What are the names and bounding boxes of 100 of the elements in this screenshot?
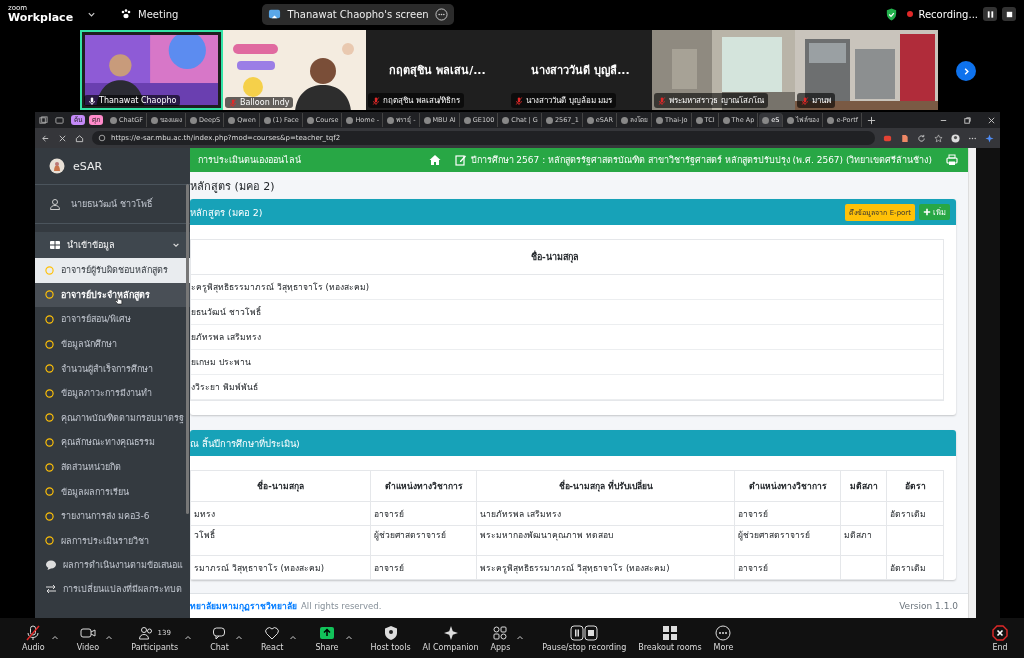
meeting-button[interactable]: Meeting [114, 7, 185, 21]
user-name[interactable]: นายธนวัฒน์ ชาวโพธิ์ [71, 197, 152, 211]
video-button[interactable]: Video [70, 624, 106, 652]
react-button[interactable]: React [254, 624, 290, 652]
circle-icon [45, 413, 54, 423]
breakout-button[interactable]: Breakout rooms [632, 624, 708, 652]
version-text: Version 1.1.0 [899, 601, 958, 611]
share-button[interactable]: Share [309, 624, 345, 652]
university-link[interactable]: ทยาลัยมหามกุฏราชวิทยาลัย [190, 599, 297, 613]
menu-item[interactable]: การเปลี่ยนแปลงที่มีผลกระทบต [35, 577, 190, 602]
menu-item[interactable]: จำนวนผู้สำเร็จการศึกษา [35, 356, 190, 381]
column-header: ชื่อ-นามสกุล ที่ปรับเปลี่ยน [477, 470, 735, 502]
more-button[interactable]: More [707, 624, 740, 652]
circle-icon [45, 536, 54, 546]
tab-actions-icon[interactable] [55, 115, 64, 125]
record-button[interactable]: Pause/stop recording [536, 624, 633, 652]
sparkle-icon [442, 624, 459, 641]
menu-item[interactable]: ผลการประเมินรายวิชา [35, 528, 190, 554]
circle-icon [45, 437, 54, 447]
table-cell: อัตราเดิม [886, 555, 944, 580]
stop-loading-icon[interactable] [58, 133, 67, 143]
recording-dot [907, 11, 914, 17]
home-icon[interactable] [428, 154, 441, 166]
column-header: ชื่อ-นามสกุล [190, 470, 371, 502]
extension-icon[interactable] [883, 133, 892, 143]
close-icon[interactable] [987, 115, 996, 125]
user-icon [49, 198, 61, 210]
column-header: มติสภา [841, 470, 887, 502]
card-title: ณ สิ้นปีการศึกษาที่ประเมิน) [190, 436, 300, 451]
table-icon [49, 239, 61, 251]
page-title: หลักสูตร (มคอ 2) [190, 179, 276, 195]
column-header: ชื่อ-นามสกุล [191, 240, 943, 275]
menu-item[interactable]: รายงานการส่ง มคอ3-6 [35, 503, 190, 529]
table-cell: นายภัทรพล เสริมทรง [477, 501, 735, 526]
caret-icon[interactable] [516, 634, 525, 642]
caret-icon[interactable] [344, 634, 353, 642]
circle-icon [45, 290, 54, 300]
restore-icon[interactable] [963, 115, 972, 125]
circle-icon [45, 265, 54, 275]
document-icon[interactable] [900, 133, 909, 143]
caret-icon[interactable] [105, 634, 114, 642]
shield-icon [382, 624, 399, 641]
audio-button[interactable]: Audio [16, 624, 51, 652]
grid-icon [661, 624, 678, 641]
host-button[interactable]: Host tools [364, 624, 417, 652]
shield-check-icon[interactable] [885, 7, 899, 21]
home-icon[interactable] [75, 133, 84, 143]
menu-item[interactable]: ข้อมูลผลการเรียน [35, 479, 190, 504]
menu-item[interactable]: คุณภาพบัณฑิตตามกรอบมาตรฐ [35, 405, 190, 431]
paw-icon [120, 8, 133, 20]
workspaces-icon[interactable] [39, 115, 48, 125]
caret-icon[interactable] [234, 634, 243, 642]
menu-item[interactable]: ข้อมูลนักศึกษา [35, 331, 190, 357]
participant-display-name: นางสาววันดี บุญลื... [531, 63, 630, 79]
print-icon[interactable] [946, 154, 958, 166]
exchange-icon [45, 583, 57, 596]
chat-button[interactable]: Chat [204, 624, 235, 652]
table-cell: พระครูพิสุทธิธรรมาภรณ์ วิสุทฺธาจาโร (ทองสะคม) [477, 555, 735, 580]
caret-icon[interactable] [289, 634, 298, 642]
site-title: การประเมินตนเองออนไลน์ [198, 154, 301, 167]
end-button[interactable]: End [986, 624, 1014, 652]
profile-avatar-icon[interactable] [951, 133, 960, 143]
caret-icon[interactable] [50, 634, 59, 642]
menu-item[interactable]: ข้อมูลภาวะการมีงานทำ [35, 380, 190, 406]
participant-name: กฤตสุชิน พลเสน/ทิธิกร [383, 95, 461, 107]
caret-icon[interactable] [184, 634, 193, 642]
stop-button[interactable] [1002, 7, 1016, 21]
pause-button[interactable] [983, 7, 997, 21]
menu-item[interactable]: คุณลักษณะทางคุณธรรม [35, 430, 190, 455]
back-icon[interactable] [41, 133, 50, 143]
more-icon[interactable] [434, 7, 448, 21]
next-page-button[interactable] [956, 61, 976, 81]
menu-item[interactable]: สัดส่วนหน่วยกิต [35, 454, 190, 480]
heart-icon [264, 624, 281, 641]
star-icon[interactable] [934, 133, 943, 143]
menu-section[interactable]: นำเข้าข้อมูล [35, 232, 190, 258]
participant-name: พระมหาสราวุธ ญาณโสภโณ [669, 95, 764, 107]
menu-item[interactable]: อาจารย์สอน/พิเศษ [35, 307, 190, 332]
chevron-down-icon [172, 241, 180, 249]
participant-name: มานพ [812, 95, 831, 107]
new-tab-icon[interactable] [867, 115, 876, 125]
table-cell: ะครูพิสุทธิธรรมาภรณ์ วิสุทฺธาจาโร (ทองสะคม) [191, 275, 943, 300]
sparkle-icon[interactable] [985, 133, 994, 143]
menu-item[interactable]: ผลการดำเนินงานตามข้อเสนอแ [35, 553, 190, 578]
menu-item[interactable]: อาจารย์ประจำหลักสูตร [35, 282, 190, 308]
menu-item[interactable]: อาจารย์ผู้รับผิดชอบหลักสูตร [35, 258, 190, 283]
ai-button[interactable]: AI Companion [416, 624, 485, 652]
refresh-icon[interactable] [917, 133, 926, 143]
table-cell: อาจารย์ [370, 501, 477, 526]
circle-icon [45, 339, 54, 349]
column-header: อัตรา [886, 470, 944, 502]
scrollbar[interactable] [968, 148, 976, 618]
apps-button[interactable]: Apps [484, 624, 517, 652]
column-header: ตำแหน่งทางวิชาการ [370, 470, 477, 502]
apps-icon [492, 624, 509, 641]
table-cell: พระมหากองพัฒนาคุณภาพ ทดสอบ [477, 525, 735, 556]
share-icon [319, 624, 335, 641]
table-cell: งวิระยา พิมพ์พันธ์ [191, 375, 943, 400]
brand-name: Workplace [8, 12, 74, 23]
circle-icon [45, 364, 54, 374]
